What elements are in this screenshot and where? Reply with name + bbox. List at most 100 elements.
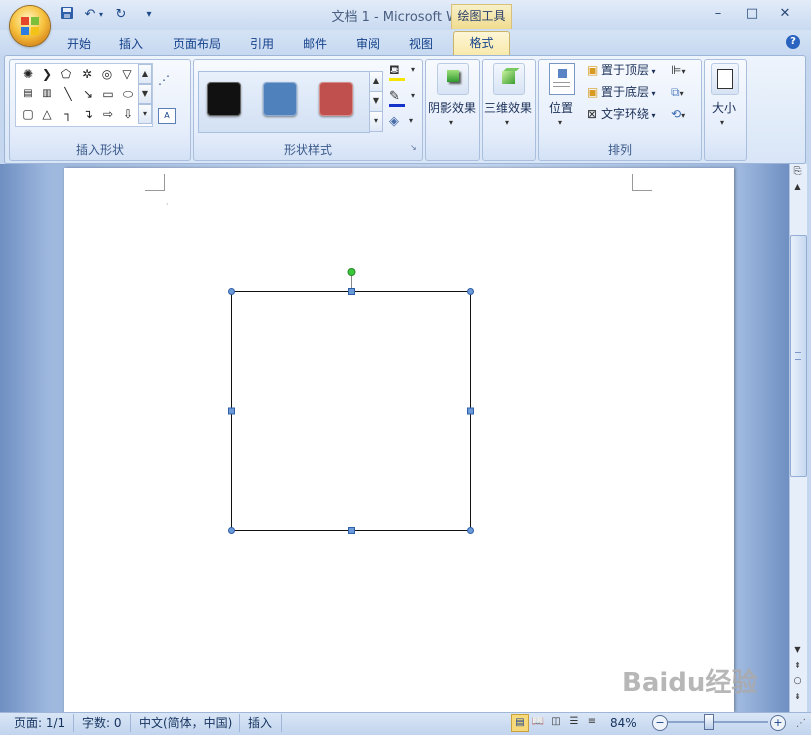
bring-to-front-button[interactable]: ▣ 置于顶层 ▾ bbox=[587, 61, 667, 79]
insert-mode-status[interactable]: 插入 bbox=[248, 713, 272, 733]
language-status[interactable]: 中文(简体，中国) bbox=[139, 713, 232, 733]
rotation-handle[interactable] bbox=[347, 268, 356, 276]
change-shape-icon: ◈ bbox=[389, 114, 399, 129]
print-layout-view-icon[interactable]: ▤ bbox=[511, 714, 529, 732]
shape-arrow-line-icon[interactable]: ↘ bbox=[80, 86, 96, 102]
outline-view-icon[interactable]: ☰ bbox=[566, 714, 582, 730]
shape-oval-icon[interactable]: ⬭ bbox=[120, 86, 136, 102]
resize-handle-bottom-left[interactable] bbox=[228, 527, 235, 534]
shape-explosion-icon[interactable]: ✺ bbox=[20, 66, 36, 82]
tab-references[interactable]: 引用 bbox=[243, 34, 281, 54]
styles-scroll-down[interactable]: ▼ bbox=[369, 91, 383, 112]
resize-handle-bottom-right[interactable] bbox=[467, 527, 474, 534]
minimize-button[interactable]: – bbox=[708, 6, 728, 24]
page-count[interactable]: 页面: 1/1 bbox=[14, 713, 65, 733]
shape-elbow-arrow-icon[interactable]: ↴ bbox=[80, 106, 96, 122]
draw-textbox-icon[interactable]: A bbox=[158, 108, 176, 124]
position-icon[interactable] bbox=[549, 63, 575, 95]
size-button-label[interactable]: 大小 bbox=[706, 99, 742, 116]
shapes-more[interactable]: ▾ bbox=[138, 104, 152, 124]
shapes-scroll-down[interactable]: ▼ bbox=[138, 84, 152, 104]
zoom-slider[interactable] bbox=[668, 721, 768, 723]
close-button[interactable]: ✕ bbox=[775, 6, 795, 24]
shape-chevron-icon[interactable]: ❯ bbox=[39, 66, 55, 82]
shape-textbox-icon[interactable]: ▤ bbox=[20, 86, 36, 102]
resize-handle-top[interactable] bbox=[348, 288, 355, 295]
select-browse-object-icon[interactable]: ○ bbox=[790, 676, 805, 688]
shape-gear-icon[interactable]: ✲ bbox=[79, 66, 95, 82]
shape-outline-button[interactable]: ✎ ▾ bbox=[389, 89, 419, 109]
shape-trapezoid-icon[interactable]: ▽ bbox=[119, 66, 135, 82]
resize-handle-right[interactable] bbox=[467, 407, 474, 415]
3d-effects-label[interactable]: 三维效果 bbox=[483, 99, 533, 116]
chevron-down-icon[interactable]: ▾ bbox=[505, 118, 509, 127]
scroll-up-arrow[interactable]: ▲ bbox=[790, 182, 805, 196]
zoom-slider-thumb[interactable] bbox=[704, 714, 714, 730]
shapes-scroll-up[interactable]: ▲ bbox=[138, 64, 152, 84]
align-icon[interactable]: ⊫▾ bbox=[671, 61, 695, 79]
scroll-thumb[interactable] bbox=[790, 235, 807, 477]
tab-page-layout[interactable]: 页面布局 bbox=[168, 34, 226, 54]
shape-triangle-icon[interactable]: △ bbox=[39, 106, 55, 122]
position-button-label[interactable]: 位置 bbox=[543, 99, 579, 116]
shape-elbow-connector-icon[interactable]: ┐ bbox=[60, 106, 76, 122]
style-swatch-red[interactable] bbox=[319, 82, 353, 116]
office-button[interactable] bbox=[10, 6, 50, 46]
help-icon[interactable]: ? bbox=[786, 35, 800, 49]
shape-vertical-textbox-icon[interactable]: ▥ bbox=[39, 86, 55, 102]
styles-more[interactable]: ▾ bbox=[369, 111, 383, 132]
web-layout-icon[interactable]: ◫ bbox=[548, 714, 564, 730]
size-icon[interactable] bbox=[711, 63, 739, 95]
shape-line-icon[interactable]: ╲ bbox=[60, 86, 76, 102]
word-count[interactable]: 字数: 0 bbox=[82, 713, 122, 733]
chevron-down-icon[interactable]: ▾ bbox=[720, 118, 724, 127]
next-page-icon[interactable]: ⇟ bbox=[790, 692, 805, 704]
shapes-gallery[interactable]: ✺ ❯ ⬠ ✲ ◎ ▽ ▤ ▥ ╲ ↘ ▭ ⬭ ▢ △ ┐ ↴ ⇨ ⇩ bbox=[15, 63, 153, 127]
tab-home[interactable]: 开始 bbox=[60, 34, 98, 54]
previous-page-icon[interactable]: ⇞ bbox=[790, 661, 805, 673]
style-swatch-blue[interactable] bbox=[263, 82, 297, 116]
status-divider bbox=[239, 714, 240, 732]
chevron-down-icon[interactable]: ▾ bbox=[558, 118, 562, 127]
resize-grip-icon[interactable]: ⋰ bbox=[796, 718, 806, 729]
ruler-toggle-icon[interactable]: ⎘ bbox=[790, 166, 805, 180]
draft-view-icon[interactable]: ≡ bbox=[584, 714, 600, 730]
dialog-launcher-icon[interactable]: ↘ bbox=[410, 143, 418, 152]
shape-fill-button[interactable]: ⛾ ▾ bbox=[389, 63, 419, 83]
shape-donut-icon[interactable]: ◎ bbox=[99, 66, 115, 82]
edit-shape-icon[interactable]: ⋰ bbox=[158, 73, 180, 91]
text-wrapping-button[interactable]: ⊠ 文字环绕 ▾ bbox=[587, 105, 667, 123]
shadow-effects-icon[interactable] bbox=[437, 63, 469, 95]
resize-handle-top-left[interactable] bbox=[228, 288, 235, 295]
styles-scroll-up[interactable]: ▲ bbox=[369, 71, 383, 92]
zoom-level[interactable]: 84% bbox=[610, 713, 637, 733]
shape-down-arrow-icon[interactable]: ⇩ bbox=[120, 106, 136, 122]
tab-review[interactable]: 审阅 bbox=[349, 34, 387, 54]
rectangle-shape[interactable] bbox=[220, 262, 482, 542]
scroll-down-arrow[interactable]: ▼ bbox=[790, 645, 805, 659]
change-shape-button[interactable]: ◈ ▾ bbox=[389, 114, 419, 132]
zoom-in-button[interactable]: + bbox=[770, 715, 786, 731]
zoom-out-button[interactable]: − bbox=[652, 715, 668, 731]
resize-handle-bottom[interactable] bbox=[348, 527, 355, 534]
shadow-effects-label[interactable]: 阴影效果 bbox=[427, 99, 477, 116]
tab-mailings[interactable]: 邮件 bbox=[296, 34, 334, 54]
style-swatch-black[interactable] bbox=[207, 82, 241, 116]
resize-handle-left[interactable] bbox=[228, 407, 235, 415]
shape-right-arrow-icon[interactable]: ⇨ bbox=[100, 106, 116, 122]
chevron-down-icon[interactable]: ▾ bbox=[449, 118, 453, 127]
resize-handle-top-right[interactable] bbox=[467, 288, 474, 295]
tab-format[interactable]: 格式 bbox=[453, 31, 510, 57]
shape-pentagon-icon[interactable]: ⬠ bbox=[58, 66, 74, 82]
tab-view[interactable]: 视图 bbox=[402, 34, 440, 54]
office-logo-icon bbox=[21, 17, 39, 35]
full-screen-reading-icon[interactable]: 📖 bbox=[530, 714, 546, 730]
maximize-button[interactable]: □ bbox=[742, 6, 762, 24]
send-to-back-button[interactable]: ▣ 置于底层 ▾ bbox=[587, 83, 667, 101]
group-objects-icon[interactable]: ⧉▾ bbox=[671, 83, 695, 101]
shape-rectangle-icon[interactable]: ▭ bbox=[100, 86, 116, 102]
rotate-icon[interactable]: ⟲▾ bbox=[671, 105, 695, 123]
shape-rounded-rectangle-icon[interactable]: ▢ bbox=[20, 106, 36, 122]
tab-insert[interactable]: 插入 bbox=[112, 34, 150, 54]
3d-effects-icon[interactable] bbox=[493, 63, 525, 95]
